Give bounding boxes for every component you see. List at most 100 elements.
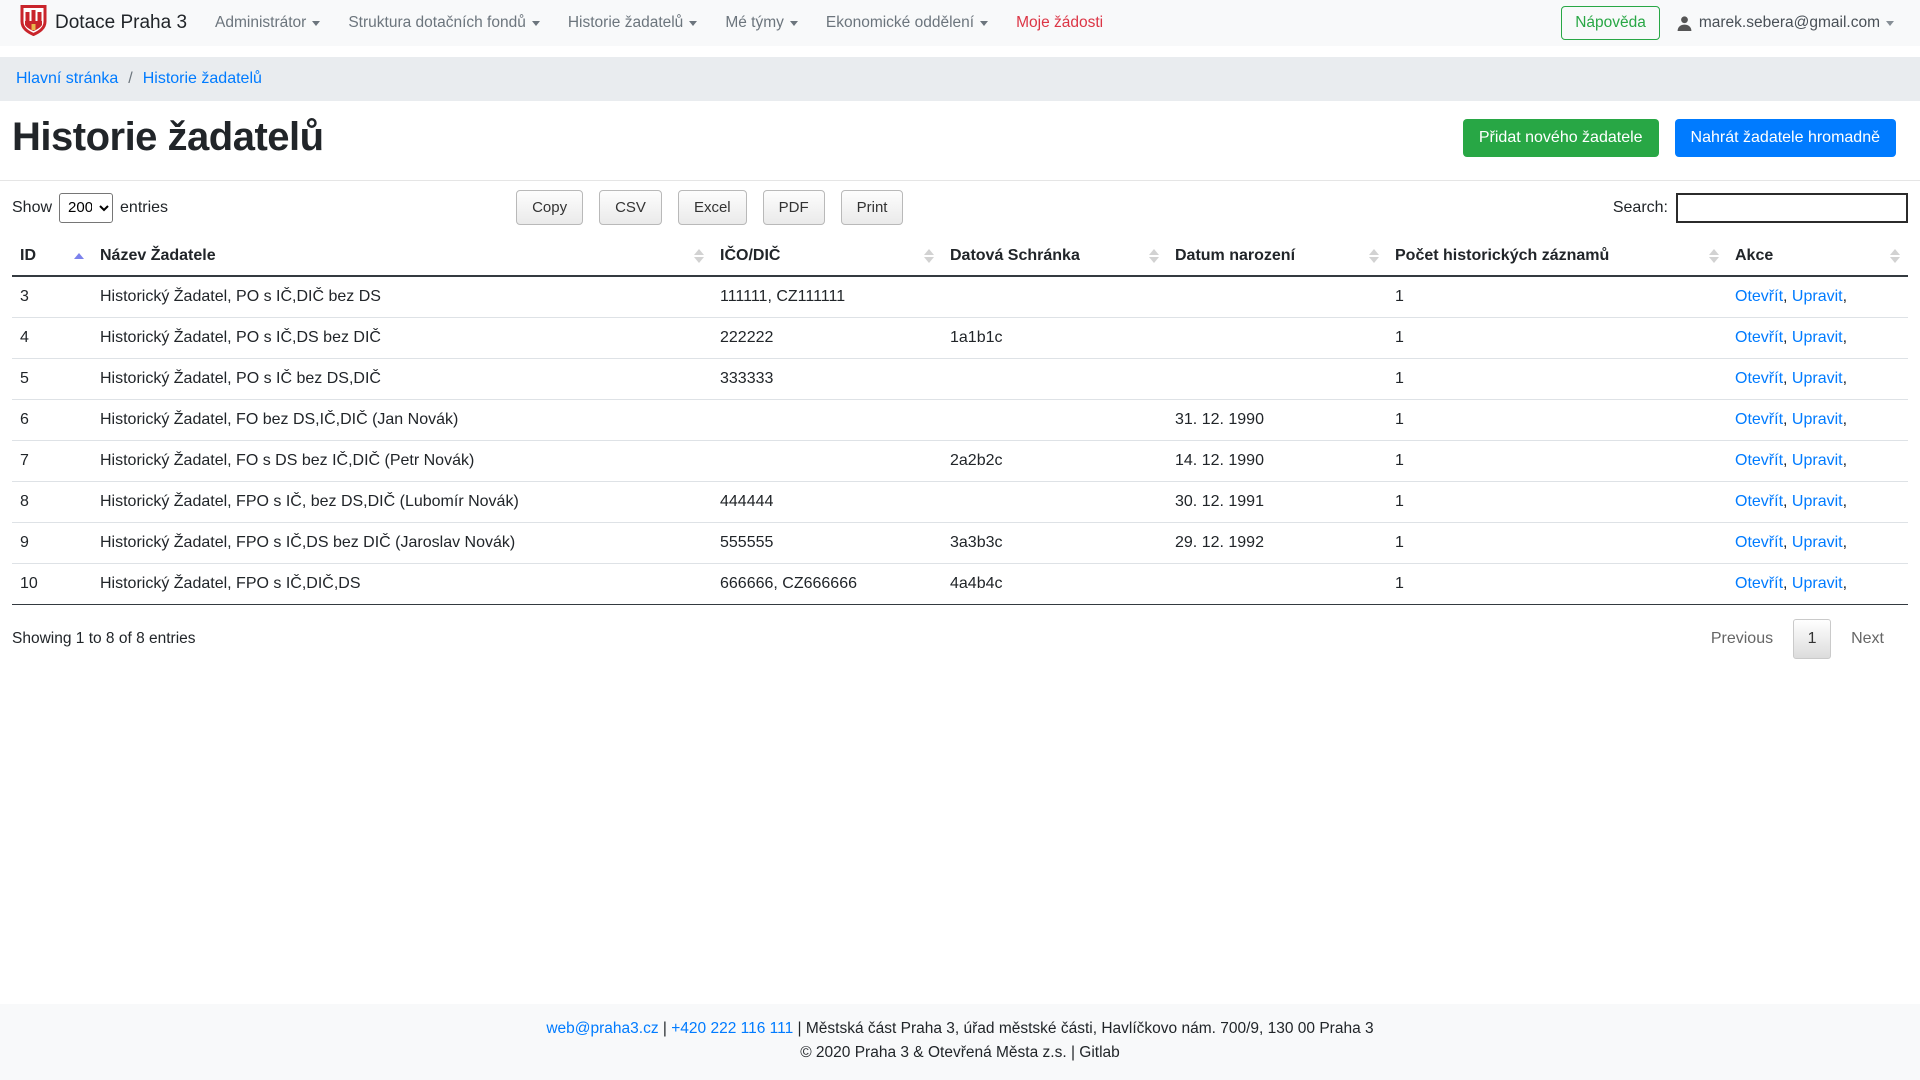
action-separator: , — [1783, 288, 1792, 305]
cell-akce: Otevřít, Upravit, — [1727, 564, 1908, 605]
column-label: Akce — [1735, 247, 1773, 264]
action-trailing-comma: , — [1843, 370, 1847, 387]
edit-link[interactable]: Upravit — [1792, 411, 1843, 428]
export-csv-button[interactable]: CSV — [599, 190, 662, 225]
column-label: Datová Schránka — [950, 247, 1080, 264]
main-menu: Administrátor Struktura dotačních fondů Hi… — [215, 14, 1561, 32]
show-label: Show — [12, 199, 52, 217]
user-menu[interactable]: marek.sebera@gmail.com — [1676, 14, 1894, 32]
cell-id: 10 — [12, 564, 92, 605]
export-pdf-button[interactable]: PDF — [763, 190, 825, 225]
cell-datum-narozeni: 14. 12. 1990 — [1167, 441, 1387, 482]
nav-item-ekonomicke-oddeleni[interactable]: Ekonomické oddělení — [826, 14, 988, 32]
nav-item-moje-zadosti[interactable]: Moje žádosti — [1016, 14, 1103, 32]
user-icon — [1676, 15, 1693, 32]
cell-datova-schranka — [942, 276, 1167, 318]
column-label: Název Žadatele — [100, 247, 216, 264]
edit-link[interactable]: Upravit — [1792, 575, 1843, 592]
current-page-button[interactable]: 1 — [1793, 619, 1831, 659]
footer-contact-line: web@praha3.cz | +420 222 116 111 | Městs… — [0, 1020, 1920, 1038]
bulk-upload-button[interactable]: Nahrát žadatele hromadně — [1675, 119, 1896, 157]
open-link[interactable]: Otevřít — [1735, 534, 1783, 551]
breadcrumb-link-hlavni-stranka[interactable]: Hlavní stránka — [16, 70, 118, 88]
column-header-datum-narozeni[interactable]: Datum narození — [1167, 237, 1387, 276]
open-link[interactable]: Otevřít — [1735, 452, 1783, 469]
chevron-down-icon — [312, 21, 320, 26]
cell-name: Historický Žadatel, FO s DS bez IČ,DIČ (… — [92, 441, 712, 482]
open-link[interactable]: Otevřít — [1735, 411, 1783, 428]
next-page-button[interactable]: Next — [1841, 622, 1894, 656]
cell-akce: Otevřít, Upravit, — [1727, 318, 1908, 359]
open-link[interactable]: Otevřít — [1735, 493, 1783, 510]
edit-link[interactable]: Upravit — [1792, 452, 1843, 469]
sort-icon — [924, 249, 934, 263]
search-label: Search: — [1613, 199, 1668, 217]
page-length-control: Show 200 entries — [12, 193, 168, 223]
open-link[interactable]: Otevřít — [1735, 575, 1783, 592]
export-print-button[interactable]: Print — [841, 190, 904, 225]
search-input[interactable] — [1676, 193, 1908, 223]
action-separator: , — [1783, 534, 1792, 551]
breadcrumb: Hlavní stránka/Historie žadatelů — [0, 57, 1920, 101]
add-applicant-button[interactable]: Přidat nového žadatele — [1463, 119, 1659, 157]
cell-ico-dic — [712, 400, 942, 441]
cell-name: Historický Žadatel, PO s IČ,DS bez DIČ — [92, 318, 712, 359]
previous-page-button[interactable]: Previous — [1701, 622, 1783, 656]
nav-item-struktura-dotacnich-fondu[interactable]: Struktura dotačních fondů — [348, 14, 540, 32]
cell-datum-narozeni: 30. 12. 1991 — [1167, 482, 1387, 523]
column-header-id[interactable]: ID — [12, 237, 92, 276]
chevron-down-icon — [790, 21, 798, 26]
cell-id: 4 — [12, 318, 92, 359]
edit-link[interactable]: Upravit — [1792, 329, 1843, 346]
cell-name: Historický Žadatel, FPO s IČ,DS bez DIČ … — [92, 523, 712, 564]
edit-link[interactable]: Upravit — [1792, 288, 1843, 305]
cell-ico-dic: 222222 — [712, 318, 942, 359]
action-separator: , — [1783, 370, 1792, 387]
cell-name: Historický Žadatel, PO s IČ bez DS,DIČ — [92, 359, 712, 400]
open-link[interactable]: Otevřít — [1735, 370, 1783, 387]
column-header-ico-dic[interactable]: IČO/DIČ — [712, 237, 942, 276]
sort-icon — [1149, 249, 1159, 263]
table-row: 5Historický Žadatel, PO s IČ bez DS,DIČ3… — [12, 359, 1908, 400]
search-control: Search: — [1613, 193, 1908, 223]
edit-link[interactable]: Upravit — [1792, 493, 1843, 510]
edit-link[interactable]: Upravit — [1792, 534, 1843, 551]
cell-id: 6 — [12, 400, 92, 441]
footer-phone-link[interactable]: +420 222 116 111 — [671, 1020, 793, 1037]
nav-item-me-tymy[interactable]: Mé týmy — [725, 14, 798, 32]
column-header-datova-schranka[interactable]: Datová Schránka — [942, 237, 1167, 276]
footer-sep1: | — [659, 1020, 672, 1037]
footer-email-link[interactable]: web@praha3.cz — [546, 1020, 658, 1037]
open-link[interactable]: Otevřít — [1735, 329, 1783, 346]
applicants-table: ID Název Žadatele IČO/DIČ Datová Schránka Da… — [12, 237, 1908, 605]
cell-pocet-zaznamu: 1 — [1387, 276, 1727, 318]
help-button[interactable]: Nápověda — [1561, 6, 1660, 40]
export-excel-button[interactable]: Excel — [678, 190, 747, 225]
site-footer: web@praha3.cz | +420 222 116 111 | Městs… — [0, 1004, 1920, 1080]
table-controls: Show 200 entries Copy CSV Excel PDF Print Se… — [0, 181, 1920, 237]
action-trailing-comma: , — [1843, 534, 1847, 551]
cell-pocet-zaznamu: 1 — [1387, 359, 1727, 400]
edit-link[interactable]: Upravit — [1792, 370, 1843, 387]
cell-pocet-zaznamu: 1 — [1387, 523, 1727, 564]
table-row: 4Historický Žadatel, PO s IČ,DS bez DIČ2… — [12, 318, 1908, 359]
nav-item-administrator[interactable]: Administrátor — [215, 14, 320, 32]
column-header-akce[interactable]: Akce — [1727, 237, 1908, 276]
export-copy-button[interactable]: Copy — [516, 190, 583, 225]
action-separator: , — [1783, 411, 1792, 428]
cell-pocet-zaznamu: 1 — [1387, 400, 1727, 441]
cell-datova-schranka: 3a3b3c — [942, 523, 1167, 564]
breadcrumb-link-historie-zadatelu[interactable]: Historie žadatelů — [143, 70, 262, 88]
sort-icon — [694, 249, 704, 263]
cell-id: 7 — [12, 441, 92, 482]
brand[interactable]: Dotace Praha 3 — [20, 5, 187, 41]
navbar-right: Nápověda marek.sebera@gmail.com — [1561, 6, 1894, 40]
open-link[interactable]: Otevřít — [1735, 288, 1783, 305]
column-header-nazev-zadatele[interactable]: Název Žadatele — [92, 237, 712, 276]
entries-label: entries — [120, 199, 168, 217]
nav-item-historie-zadatelu[interactable]: Historie žadatelů — [568, 14, 697, 32]
cell-datum-narozeni: 29. 12. 1992 — [1167, 523, 1387, 564]
cell-datova-schranka — [942, 359, 1167, 400]
column-header-pocet-historickych-zaznamu[interactable]: Počet historických záznamů — [1387, 237, 1727, 276]
page-length-select[interactable]: 200 — [59, 193, 113, 223]
